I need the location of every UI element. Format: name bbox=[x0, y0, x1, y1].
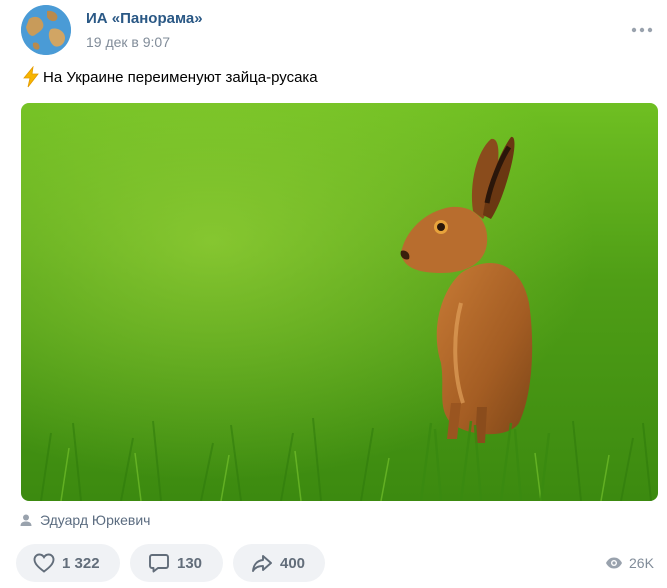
share-button[interactable]: 400 bbox=[233, 544, 325, 582]
author-avatar[interactable] bbox=[21, 5, 71, 55]
like-count: 1 322 bbox=[62, 554, 100, 572]
post-photo[interactable] bbox=[21, 103, 658, 501]
views-count: 26K bbox=[629, 555, 654, 571]
comment-icon bbox=[147, 551, 171, 575]
photo-credit: Эдуард Юркевич bbox=[19, 510, 150, 530]
author-name[interactable]: ИА «Панорама» bbox=[86, 10, 203, 27]
globe-avatar-icon bbox=[21, 5, 71, 55]
comment-button[interactable]: 130 bbox=[130, 544, 223, 582]
hare-in-grass-photo bbox=[21, 103, 658, 501]
more-button[interactable] bbox=[628, 20, 656, 40]
post-text: На Украине переименуют зайца-русака bbox=[21, 65, 318, 89]
eye-icon bbox=[605, 556, 623, 570]
more-dots-icon bbox=[631, 27, 653, 33]
person-icon bbox=[19, 513, 33, 527]
post-text-content: На Украине переименуют зайца-русака bbox=[43, 68, 318, 86]
photo-credit-name[interactable]: Эдуард Юркевич bbox=[40, 512, 150, 528]
post-card: ИА «Панорама» 19 дек в 9:07 На Украине п… bbox=[0, 0, 667, 588]
views-counter: 26K bbox=[605, 553, 654, 573]
comment-count: 130 bbox=[177, 554, 203, 572]
heart-icon bbox=[32, 551, 56, 575]
share-count: 400 bbox=[280, 554, 306, 572]
lightning-emoji-icon bbox=[21, 66, 41, 88]
share-icon bbox=[250, 551, 274, 575]
like-button[interactable]: 1 322 bbox=[16, 544, 120, 582]
post-date[interactable]: 19 дек в 9:07 bbox=[86, 34, 170, 50]
